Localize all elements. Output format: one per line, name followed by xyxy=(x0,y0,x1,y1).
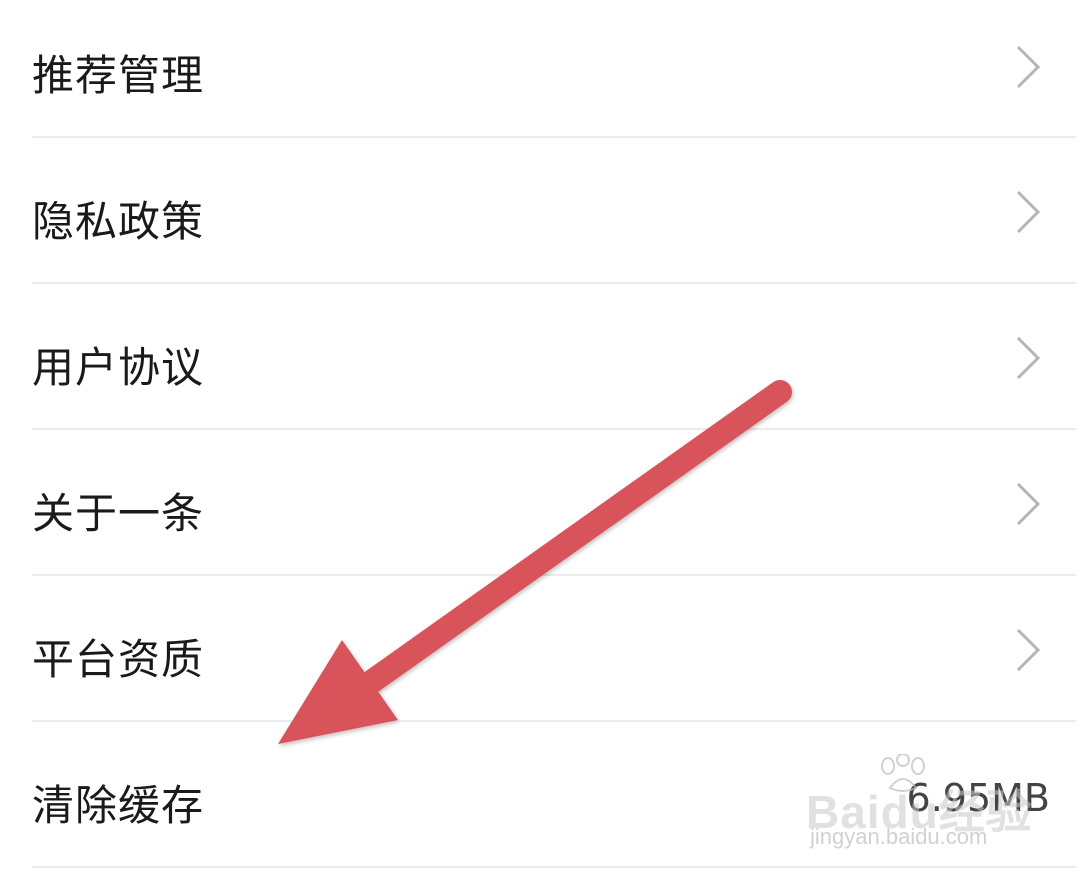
settings-item-user-agreement[interactable]: 用户协议 xyxy=(0,284,1076,430)
settings-item-platform-qualification[interactable]: 平台资质 xyxy=(0,576,1076,722)
settings-item-about[interactable]: 关于一条 xyxy=(0,430,1076,576)
cache-size-value: 6.95MB xyxy=(906,776,1050,820)
settings-item-recommend-management[interactable]: 推荐管理 xyxy=(0,0,1076,138)
chevron-right-icon xyxy=(1016,482,1041,526)
settings-screen: 推荐管理 隐私政策 用户协议 关于一条 平台资质 清除缓存 6.95MB Bai… xyxy=(0,0,1076,872)
settings-item-label: 平台资质 xyxy=(32,635,205,684)
divider xyxy=(32,866,1076,868)
chevron-right-icon xyxy=(1016,190,1041,234)
settings-item-privacy-policy[interactable]: 隐私政策 xyxy=(0,138,1076,284)
chevron-right-icon xyxy=(1016,45,1041,89)
settings-item-label: 关于一条 xyxy=(32,489,205,538)
settings-item-label: 推荐管理 xyxy=(32,51,205,100)
chevron-right-icon xyxy=(1016,628,1041,672)
chevron-right-icon xyxy=(1016,336,1041,380)
settings-item-clear-cache[interactable]: 清除缓存 6.95MB xyxy=(0,722,1076,868)
settings-item-label: 用户协议 xyxy=(32,343,205,392)
settings-item-label: 隐私政策 xyxy=(32,197,205,246)
settings-item-label: 清除缓存 xyxy=(32,781,205,830)
